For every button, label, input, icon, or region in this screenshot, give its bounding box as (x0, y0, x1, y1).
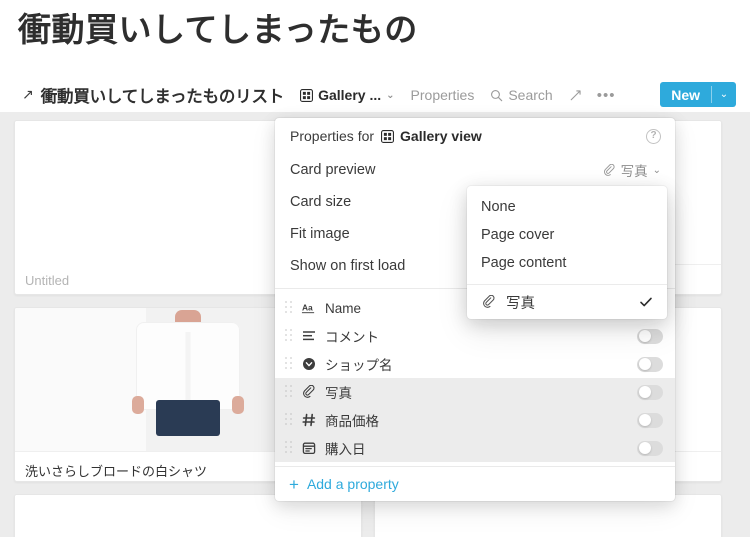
search-button[interactable]: Search (490, 87, 553, 103)
property-name: 写真 (325, 386, 352, 401)
drag-handle-icon[interactable] (285, 329, 294, 343)
text-aa-icon: Aa (300, 300, 317, 317)
dropdown-item-page-content[interactable]: Page content (467, 249, 667, 277)
checkmark-icon (639, 295, 653, 309)
option-value-label: 写真 (620, 164, 648, 179)
property-name: Name (325, 300, 362, 316)
page-title: 衝動買いしてしまったもの (18, 11, 418, 48)
paperclip-icon (481, 295, 497, 309)
option-label: Fit image (290, 226, 350, 242)
property-row-comment[interactable]: コメント (275, 322, 675, 350)
option-label: Card preview (290, 162, 376, 178)
panel-header-label: Properties for (290, 128, 375, 144)
card-preview-image (375, 495, 721, 537)
property-toggle[interactable] (637, 440, 663, 456)
properties-button[interactable]: Properties (411, 87, 475, 103)
panel-header: Properties for Gallery view ? (275, 118, 675, 154)
view-selector[interactable]: Gallery ... ⌄ (300, 87, 395, 103)
search-icon (490, 89, 503, 102)
panel-header-view-name: Gallery view (400, 128, 482, 144)
view-name-label: Gallery ... (318, 87, 382, 103)
plus-icon: + (289, 474, 299, 494)
dropdown-item-label: Page cover (481, 227, 555, 243)
breadcrumb-title[interactable]: 衝動買いしてしまったものリスト (41, 83, 285, 107)
option-label: Card size (290, 194, 352, 210)
drag-handle-icon[interactable] (285, 385, 294, 399)
card-preview-image (15, 495, 361, 537)
dropdown-item-label: 写真 (506, 295, 535, 312)
add-property-label: Add a property (306, 476, 399, 492)
database-toolbar: ↗ 衝動買いしてしまったものリスト Gallery ... ⌄ Properti… (0, 78, 750, 112)
property-name: 商品価格 (325, 414, 379, 429)
option-row-card-preview[interactable]: Card preview 写真 ⌄ (275, 154, 675, 186)
question-mark-icon[interactable]: ? (646, 128, 661, 144)
dropdown-item-none[interactable]: None (467, 193, 667, 221)
chevron-down-icon[interactable]: ⌄ (712, 82, 736, 107)
chevron-down-icon: ⌄ (386, 89, 395, 101)
paperclip-icon (603, 163, 616, 177)
number-hash-icon (300, 412, 317, 429)
property-name: 購入日 (325, 442, 366, 457)
panel-header-view: Gallery view (381, 128, 482, 144)
app-root: 衝動買いしてしまったもの ↗ 衝動買いしてしまったものリスト Gallery .… (0, 0, 750, 537)
gallery-grid-icon (381, 129, 395, 143)
calendar-icon (300, 440, 317, 457)
new-button-group[interactable]: New ⌄ (660, 82, 736, 107)
option-value[interactable]: 写真 ⌄ (603, 160, 661, 180)
dropdown-item-page-cover[interactable]: Page cover (467, 221, 667, 249)
property-name: コメント (325, 330, 379, 345)
property-row-photo[interactable]: 写真 (275, 378, 675, 406)
dropdown-item-label: Page content (481, 255, 567, 271)
drag-handle-icon[interactable] (285, 441, 294, 455)
dropdown-item-label: None (481, 199, 516, 215)
drag-handle-icon[interactable] (285, 301, 294, 315)
expand-diagonal-icon[interactable] (569, 89, 582, 102)
gallery-grid-icon (300, 88, 314, 102)
property-row-price[interactable]: 商品価格 (275, 406, 675, 434)
property-toggle[interactable] (637, 356, 663, 372)
property-toggle[interactable] (637, 384, 663, 400)
drag-handle-icon[interactable] (285, 357, 294, 371)
card-preview-dropdown: None Page cover Page content 写真 (467, 186, 667, 319)
property-row-shop-name[interactable]: ショップ名 (275, 350, 675, 378)
property-toggle[interactable] (637, 328, 663, 344)
property-toggle[interactable] (637, 412, 663, 428)
properties-label: Properties (410, 87, 475, 103)
search-label: Search (508, 87, 553, 103)
ellipsis-icon[interactable]: ••• (597, 87, 616, 104)
svg-text:Aa: Aa (302, 302, 313, 312)
chevron-down-icon: ⌄ (652, 164, 661, 176)
dropdown-item-photo[interactable]: 写真 (467, 285, 667, 319)
new-button[interactable]: New (660, 82, 711, 107)
select-chevron-icon (300, 356, 317, 373)
add-property-button[interactable]: + Add a property (275, 467, 675, 501)
property-row-purchase-date[interactable]: 購入日 (275, 434, 675, 462)
drag-handle-icon[interactable] (285, 413, 294, 427)
arrow-up-right-icon: ↗ (22, 85, 34, 102)
property-name: ショップ名 (325, 358, 393, 373)
paperclip-icon (300, 384, 317, 401)
option-label: Show on first load (290, 258, 406, 274)
text-lines-icon (300, 328, 317, 345)
